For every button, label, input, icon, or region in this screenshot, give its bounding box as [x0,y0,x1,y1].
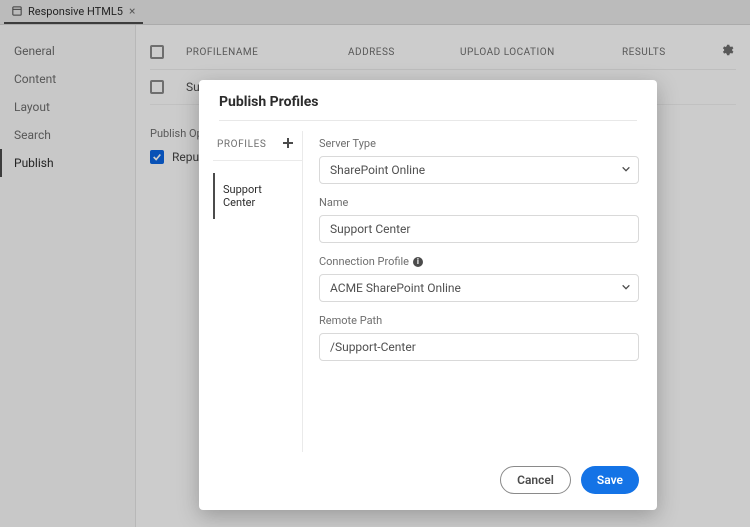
profiles-column: PROFILES Support Center [213,131,303,452]
server-type-label: Server Type [319,137,639,150]
connection-profile-value: ACME SharePoint Online [319,274,639,302]
name-input[interactable] [319,215,639,243]
name-label: Name [319,196,639,209]
add-profile-button[interactable] [282,137,294,152]
profiles-header: PROFILES [213,131,302,161]
chevron-down-icon [621,281,631,295]
connection-profile-label: Connection Profile i [319,255,639,268]
plus-icon [282,137,294,149]
chevron-down-icon [621,163,631,177]
save-button[interactable]: Save [581,466,639,494]
connection-profile-select[interactable]: ACME SharePoint Online [319,274,639,302]
profile-item-label: Support Center [223,183,262,209]
dialog-header: Publish Profiles [199,80,657,131]
remote-path-label: Remote Path [319,314,639,327]
profile-list-item[interactable]: Support Center [213,173,302,219]
dialog-title: Publish Profiles [219,94,637,121]
publish-profiles-dialog: Publish Profiles PROFILES Support Center… [199,80,657,510]
server-type-select[interactable]: SharePoint Online [319,156,639,184]
remote-path-input[interactable] [319,333,639,361]
server-type-value: SharePoint Online [319,156,639,184]
info-icon[interactable]: i [413,257,423,267]
dialog-footer: Cancel Save [199,452,657,510]
profiles-header-label: PROFILES [217,139,266,150]
dialog-body: PROFILES Support Center Server Type Shar… [199,131,657,452]
form-column: Server Type SharePoint Online Name Conne… [303,131,657,452]
cancel-button[interactable]: Cancel [500,466,571,494]
connection-profile-label-text: Connection Profile [319,255,409,268]
